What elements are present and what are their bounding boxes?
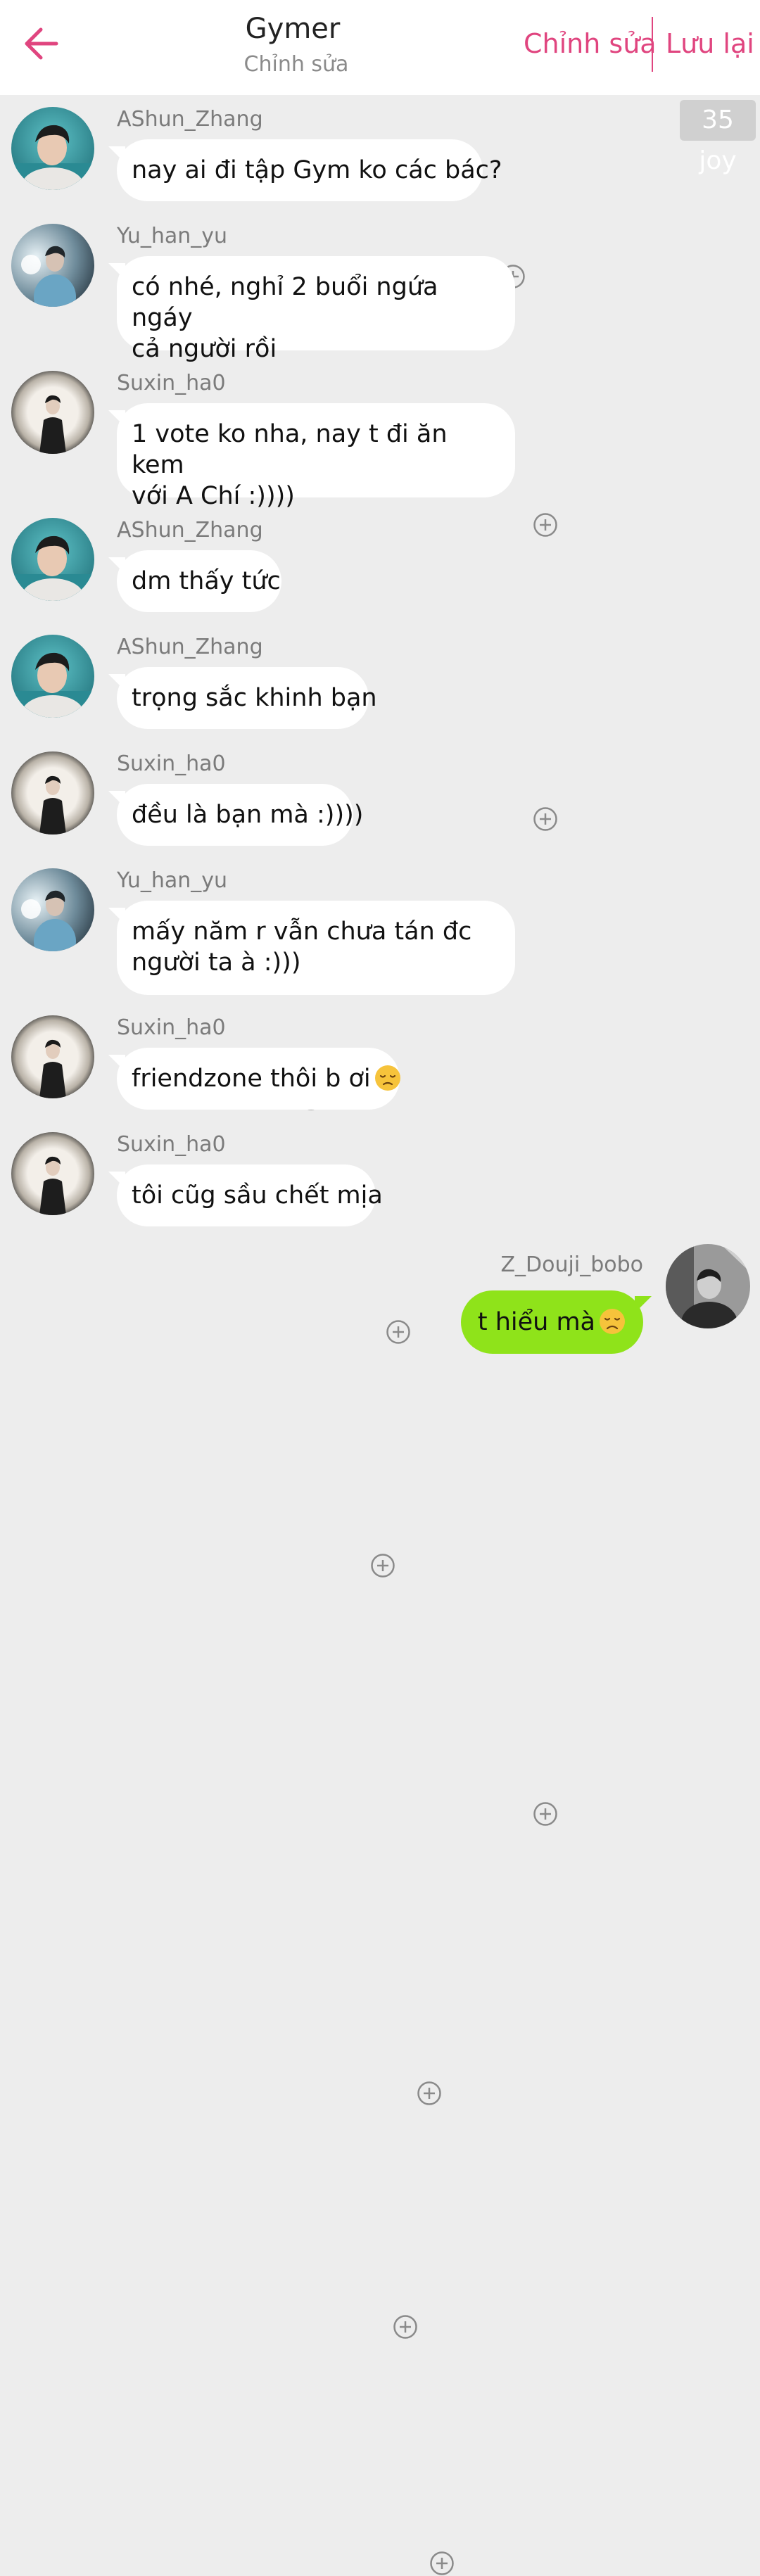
username: AShun_Zhang [117, 107, 263, 132]
plus-circle-icon[interactable] [429, 2551, 455, 2576]
message-bubble[interactable]: nay ai đi tập Gym ko các bác? [117, 139, 502, 201]
message-bubble[interactable]: 1 vote ko nha, nay t đi ăn kem với A Chí … [117, 403, 515, 510]
username: Z_Douji_bobo [500, 1252, 644, 1277]
avatar[interactable] [11, 371, 94, 454]
header-divider [652, 17, 653, 72]
plus-circle-icon[interactable] [370, 1553, 395, 1578]
avatar[interactable] [11, 635, 94, 718]
message-text: dm thấy tức [132, 567, 281, 595]
username: Suxin_ha0 [117, 1132, 226, 1157]
page-title: Gymer [245, 13, 341, 45]
message-bubble[interactable]: tôi cũg sầu chết mịa [117, 1165, 383, 1226]
message-text-line-1: có nhé, nghỉ 2 buổi ngứa ngáy [132, 273, 438, 332]
avatar[interactable] [11, 1015, 94, 1098]
message-bubble[interactable]: có nhé, nghỉ 2 buổi ngứa ngáy cả người rồ… [117, 256, 515, 363]
message-bubble[interactable]: trọng sắc khinh bạn [117, 667, 377, 729]
message-text: tôi cũg sầu chết mịa [132, 1181, 383, 1210]
username: Suxin_ha0 [117, 1015, 226, 1040]
own-avatar[interactable] [666, 1244, 750, 1328]
avatar[interactable] [11, 224, 94, 307]
username: Yu_han_yu [117, 224, 228, 248]
message-bubble[interactable]: dm thấy tức [117, 550, 281, 612]
message-text-line-2: với A Chí :)))) [132, 482, 295, 510]
message-bubble[interactable]: đều là bạn mà :)))) [117, 784, 363, 846]
avatar[interactable] [11, 518, 94, 601]
message-text-line-2: người ta à :))) [132, 948, 301, 977]
message-text-line-1: 1 vote ko nha, nay t đi ăn kem [132, 420, 448, 479]
username: Suxin_ha0 [117, 751, 226, 776]
page-subtitle: Chỉnh sửa [243, 52, 349, 77]
plus-circle-icon[interactable] [533, 1801, 558, 1827]
joy-count-badge: 35 joy [680, 100, 756, 175]
message-text: nay ai đi tập Gym ko các bác? [132, 156, 502, 184]
avatar[interactable] [11, 107, 94, 190]
avatar[interactable] [11, 751, 94, 835]
message-text: đều là bạn mà :)))) [132, 801, 364, 829]
plus-circle-icon[interactable] [393, 2314, 418, 2340]
message-text-line-1: mấy năm r vẫn chưa tán đc [132, 918, 472, 946]
top-bar: Gymer Chỉnh sửa Chỉnh sửa Lưu lại [0, 0, 760, 95]
username: Suxin_ha0 [117, 371, 226, 395]
username: AShun_Zhang [117, 635, 263, 659]
disappointed-face-emoji-icon [600, 1309, 625, 1334]
username: AShun_Zhang [117, 518, 263, 543]
message-text: t hiểu mà [477, 1308, 595, 1336]
pensive-face-emoji-icon [374, 1065, 400, 1091]
avatar[interactable] [11, 868, 94, 951]
avatar[interactable] [11, 1132, 94, 1215]
username: Yu_han_yu [117, 868, 228, 893]
edit-button[interactable]: Chỉnh sửa [524, 28, 657, 59]
message-bubble[interactable]: friendzone thôi b ơi [117, 1048, 400, 1110]
plus-circle-icon[interactable] [533, 806, 558, 832]
plus-circle-icon[interactable] [386, 1319, 411, 1345]
message-text: friendzone thôi b ơi [132, 1065, 371, 1093]
plus-circle-icon[interactable] [417, 2081, 442, 2106]
message-bubble[interactable]: mấy năm r vẫn chưa tán đc người ta à :))) [117, 901, 515, 995]
own-message-bubble[interactable]: t hiểu mà [460, 1290, 643, 1354]
plus-circle-icon[interactable] [533, 512, 558, 538]
save-button[interactable]: Lưu lại [666, 28, 754, 59]
message-text: trọng sắc khinh bạn [132, 684, 377, 712]
message-text-line-2: cả người rồi [132, 335, 277, 363]
